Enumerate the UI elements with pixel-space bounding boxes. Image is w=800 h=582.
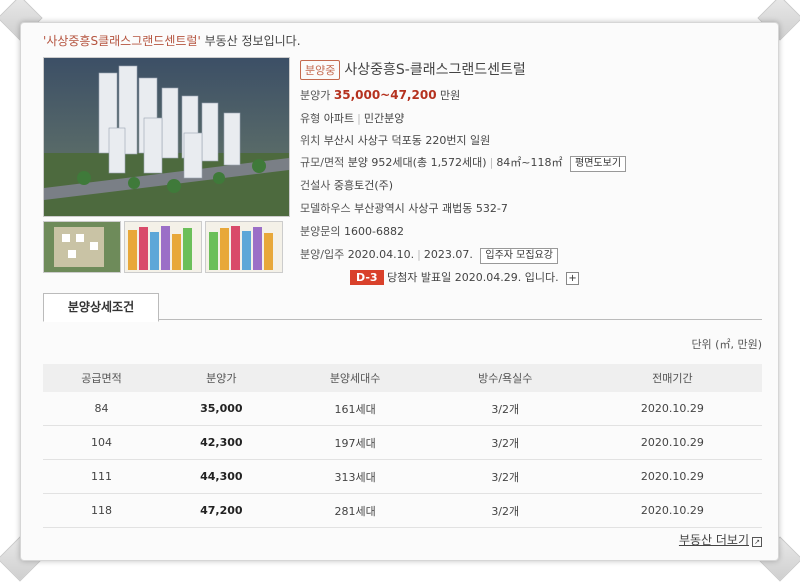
col-header: 분양가 [206, 372, 237, 385]
divider: | [489, 156, 494, 169]
col-header: 공급면적 [81, 372, 122, 385]
table-row: 111 44,300 313세대 3/2개 2020.10.29 [43, 459, 762, 494]
location-value: 부산시 사상구 덕포동 220번지 일원 [323, 134, 491, 147]
price-label: 분양가 [300, 89, 331, 102]
cell-price: 47,200 [160, 493, 283, 528]
intro-suffix: 부동산 정보입니다. [200, 34, 301, 48]
scale-label: 규모/면적 [300, 156, 345, 169]
more-link-label[interactable]: 부동산 더보기 [679, 533, 749, 547]
sale-date: 2020.04.10. [347, 248, 415, 261]
more-realestate-link[interactable]: 부동산 더보기 ↗ [679, 531, 762, 548]
col-header: 방수/욕실수 [478, 372, 533, 385]
tab-sale-details[interactable]: 분양상세조건 [43, 293, 159, 322]
table-row: 104 42,300 197세대 3/2개 2020.10.29 [43, 425, 762, 460]
cell-resale: 2020.10.29 [582, 392, 762, 426]
unit-note: 단위 (㎡, 만원) [691, 338, 762, 351]
status-badge: 분양중 [300, 60, 341, 80]
builder-value: 중흥토건(주) [333, 179, 394, 192]
col-header: 분양세대수 [329, 372, 381, 385]
cell-rooms: 3/2개 [427, 459, 583, 494]
scale-value: 분양 952세대(총 1,572세대) [347, 156, 487, 169]
dday-badge: D-3 [350, 270, 384, 285]
floorplan-button[interactable]: 평면도보기 [570, 156, 627, 172]
cell-price: 35,000 [160, 392, 283, 426]
divider: | [417, 248, 421, 261]
table-row: 84 35,000 161세대 3/2개 2020.10.29 [43, 392, 762, 426]
inquiry-value: 1600-6882 [343, 225, 404, 238]
type-value: 아파트 [323, 112, 355, 125]
sale-conditions-table: 공급면적 분양가 분양세대수 방수/욕실수 전매기간 84 35,000 161… [43, 364, 762, 528]
cell-area: 118 [43, 493, 161, 528]
modelhouse-value: 부산광역시 사상구 괘법동 532-7 [354, 202, 508, 215]
divider: | [357, 112, 361, 125]
cell-rooms: 3/2개 [427, 425, 583, 460]
cell-units: 161세대 [282, 392, 428, 426]
move-in-date: 2023.07. [423, 248, 473, 261]
type-value-2: 민간분양 [363, 112, 405, 125]
complex-main-image[interactable] [43, 57, 290, 217]
cell-units: 313세대 [282, 459, 428, 494]
cell-price: 42,300 [160, 425, 283, 460]
cell-resale: 2020.10.29 [582, 459, 762, 494]
price-unit: 만원 [440, 89, 461, 102]
cell-resale: 2020.10.29 [582, 493, 762, 528]
cell-units: 197세대 [282, 425, 428, 460]
cell-rooms: 3/2개 [427, 392, 583, 426]
area-value: 84㎡~118㎡ [496, 156, 563, 169]
dates-label: 분양/입주 [300, 248, 345, 261]
thumbnail-unit-chart[interactable] [124, 221, 202, 273]
location-label: 위치 [300, 134, 321, 147]
table-header-row: 공급면적 분양가 분양세대수 방수/욕실수 전매기간 [43, 364, 762, 392]
cell-rooms: 3/2개 [427, 493, 583, 528]
cell-area: 111 [43, 459, 161, 494]
inquiry-label: 분양문의 [300, 225, 341, 238]
type-label: 유형 [300, 112, 321, 125]
intro-text: '사상중흥S클래스그랜드센트럴' 부동산 정보입니다. [43, 32, 301, 49]
cell-units: 281세대 [282, 493, 428, 528]
modelhouse-label: 모델하우스 [300, 202, 351, 215]
table-row: 118 47,200 281세대 3/2개 2020.10.29 [43, 493, 762, 528]
external-link-icon: ↗ [752, 537, 762, 547]
listing-title: 사상중흥S-클래스그랜드센트럴 [344, 62, 526, 78]
cell-area: 104 [43, 425, 161, 460]
cell-resale: 2020.10.29 [582, 425, 762, 460]
intro-complex-name[interactable]: 사상중흥S클래스그랜드센트럴 [46, 34, 197, 48]
price-value: 35,000~47,200 [333, 88, 437, 102]
cell-price: 44,300 [160, 459, 283, 494]
col-header: 전매기간 [652, 372, 693, 385]
notice-button[interactable]: 입주자 모집요강 [480, 248, 558, 264]
plus-icon[interactable]: + [566, 272, 580, 285]
realestate-card: '사상중흥S클래스그랜드센트럴' 부동산 정보입니다. 분양중 사상중흥S-클래… [20, 22, 779, 561]
cell-area: 84 [43, 392, 161, 426]
winner-announcement: 당첨자 발표일 2020.04.29. 입니다. [387, 271, 559, 284]
thumbnail-unit-chart-2[interactable] [205, 221, 283, 273]
builder-label: 건설사 [300, 179, 331, 192]
thumbnail-site-plan[interactable] [43, 221, 121, 273]
